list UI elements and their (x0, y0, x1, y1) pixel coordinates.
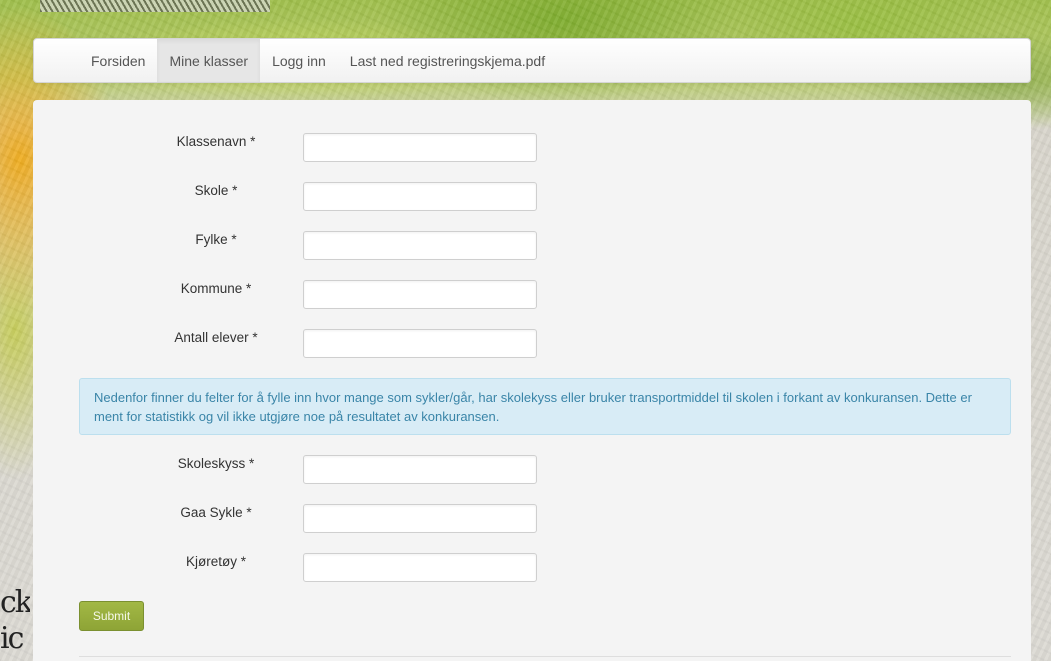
skoleskyss-input[interactable] (303, 455, 537, 484)
top-navbar: Forsiden Mine klasser Logg inn Last ned … (33, 38, 1031, 83)
field-row-kjoretoy: Kjøretøy * (33, 553, 1031, 593)
kommune-input[interactable] (303, 280, 537, 309)
nav-item-forsiden[interactable]: Forsiden (79, 39, 157, 82)
field-label: Skoleskyss * (177, 456, 255, 471)
gaa-sykle-input[interactable] (303, 504, 537, 533)
kjoretoy-input[interactable] (303, 553, 537, 582)
field-label: Fylke * (195, 232, 237, 247)
background-script-text: ck ic (0, 585, 30, 656)
field-label: Gaa Sykle * (180, 505, 252, 520)
info-alert: Nedenfor finner du felter for å fylle in… (79, 378, 1011, 435)
nav-item-download-pdf[interactable]: Last ned registreringskjema.pdf (338, 39, 557, 82)
nav-item-logg-inn[interactable]: Logg inn (260, 39, 338, 82)
field-row-skoleskyss: Skoleskyss * (33, 455, 1031, 495)
field-label: Antall elever * (174, 330, 258, 345)
field-row-gaa-sykle: Gaa Sykle * (33, 504, 1031, 544)
skole-input[interactable] (303, 182, 537, 211)
background-decoration (40, 0, 270, 12)
field-label: Kommune * (180, 281, 252, 296)
form-panel: Klassenavn * Skole * Fylke * Kommune * A… (33, 100, 1031, 661)
field-row-antall-elever: Antall elever * (33, 329, 1031, 369)
field-row-kommune: Kommune * (33, 280, 1031, 320)
fylke-input[interactable] (303, 231, 537, 260)
nav-item-mine-klasser[interactable]: Mine klasser (157, 39, 261, 82)
antall-elever-input[interactable] (303, 329, 537, 358)
field-row-skole: Skole * (33, 182, 1031, 222)
field-label: Klassenavn * (176, 134, 256, 149)
divider (79, 656, 1011, 657)
field-label: Skole * (194, 183, 238, 198)
submit-button[interactable]: Submit (79, 601, 144, 631)
field-row-fylke: Fylke * (33, 231, 1031, 271)
klassenavn-input[interactable] (303, 133, 537, 162)
field-row-klassenavn: Klassenavn * (33, 133, 1031, 173)
field-label: Kjøretøy * (185, 554, 246, 569)
